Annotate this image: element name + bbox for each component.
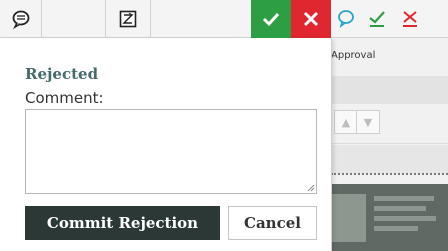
- comment-textarea[interactable]: [25, 109, 317, 194]
- up-arrow-icon: ▲: [341, 115, 351, 129]
- commit-rejection-button[interactable]: Commit Rejection: [25, 206, 220, 240]
- reject-x-icon: [303, 11, 319, 27]
- app-window: Approval ▲ ▼ Rejected Comment: Commit Re…: [0, 0, 448, 251]
- thumbnail-text-block: [374, 196, 434, 201]
- approve-check-icon: [369, 11, 385, 27]
- zoom-box-button[interactable]: [106, 0, 151, 38]
- down-arrow-icon: ▼: [363, 115, 373, 129]
- comment-bubble-icon: [12, 10, 29, 29]
- comment-label: Comment:: [25, 89, 104, 107]
- zoom-box-icon: [119, 10, 137, 28]
- thumbnail-image-block: [332, 194, 366, 242]
- cancel-button[interactable]: Cancel: [228, 206, 317, 240]
- confirm-button[interactable]: [251, 0, 291, 38]
- comment-tool-button[interactable]: [331, 0, 361, 38]
- side-subheader-band: [331, 145, 448, 173]
- page-thumbnail[interactable]: [326, 184, 448, 251]
- resize-grip-icon[interactable]: [305, 182, 315, 192]
- rejection-popup: Rejected Comment: Commit Rejection Cance…: [0, 38, 332, 251]
- reject-tool-button[interactable]: [393, 0, 448, 38]
- approve-tool-button[interactable]: [361, 0, 393, 38]
- thumbnail-text-block: [374, 216, 436, 221]
- dotted-divider: [331, 173, 448, 175]
- next-page-button[interactable]: ▼: [356, 110, 380, 134]
- popup-title: Rejected: [25, 65, 99, 83]
- comment-toggle-button[interactable]: [0, 0, 42, 38]
- approval-label: Approval: [331, 50, 376, 61]
- side-header-band: [331, 76, 448, 104]
- toolbar-spacer-2: [151, 0, 251, 38]
- reject-x-outline-icon: [403, 11, 417, 27]
- toolbar-spacer: [42, 0, 106, 38]
- thumbnail-text-block: [374, 226, 418, 231]
- reject-button[interactable]: [291, 0, 331, 38]
- previous-page-button[interactable]: ▲: [334, 110, 358, 134]
- comment-outline-icon: [338, 10, 354, 28]
- confirm-check-icon: [262, 12, 280, 27]
- top-toolbar: [0, 0, 448, 38]
- thumbnail-text-block: [374, 206, 426, 211]
